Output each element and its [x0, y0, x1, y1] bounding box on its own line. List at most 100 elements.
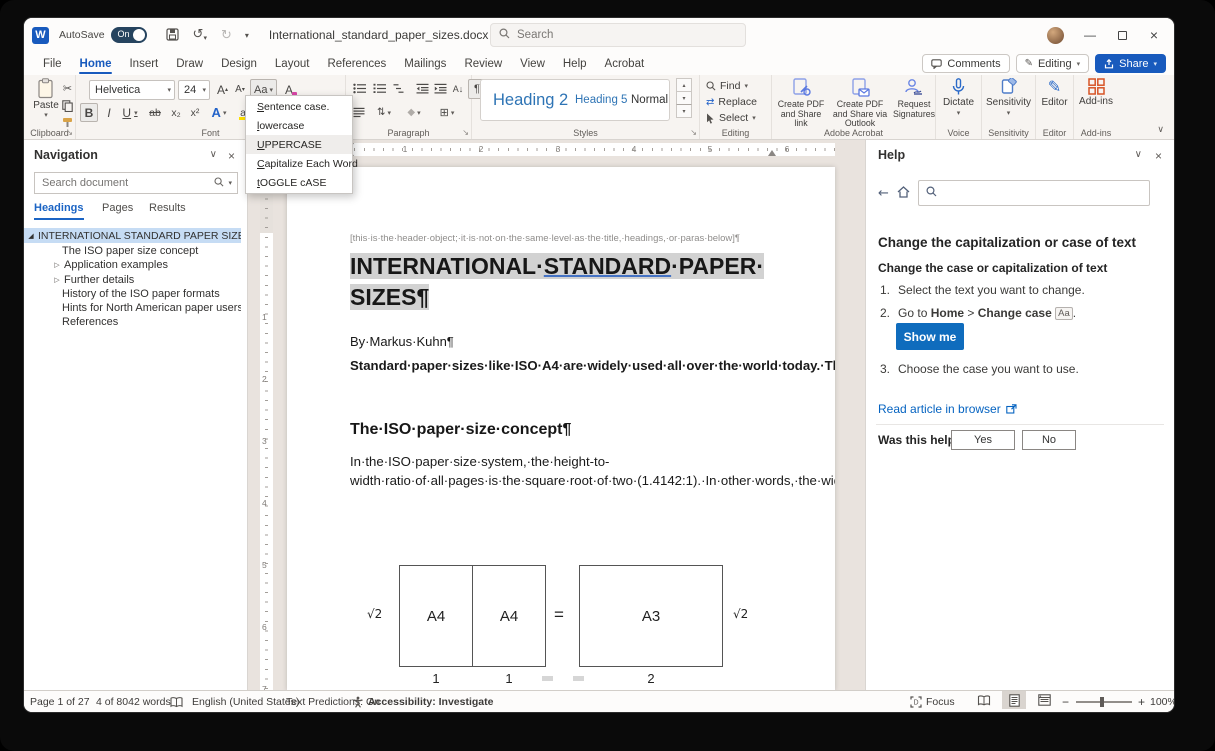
language-indicator[interactable]: English (United States): [192, 691, 299, 712]
document-title[interactable]: International_standard_paper_sizes.docx: [269, 28, 488, 42]
editing-mode-button[interactable]: ✎ Editing ▾: [1016, 54, 1090, 73]
document-page[interactable]: [this·is·the·header·object;·it·is·not·on…: [287, 167, 835, 690]
save-icon[interactable]: [166, 28, 179, 43]
help-search-box[interactable]: [918, 180, 1150, 206]
expand-triangle-icon[interactable]: ▷: [50, 276, 64, 284]
styles-scroll-up[interactable]: ▴: [676, 78, 692, 92]
paste-button[interactable]: Paste ▾: [29, 78, 63, 119]
nav-heading-item[interactable]: ▷Application examples: [24, 257, 241, 272]
find-button[interactable]: Find▾: [706, 80, 748, 92]
tab-review[interactable]: Review: [455, 55, 511, 75]
nav-tab-results[interactable]: Results: [149, 202, 186, 218]
style-heading-2[interactable]: Heading 2: [493, 80, 568, 120]
feedback-yes-button[interactable]: Yes: [951, 430, 1015, 450]
close-button[interactable]: ×: [1140, 23, 1168, 47]
decrease-indent-button[interactable]: [414, 79, 431, 98]
grow-font-button[interactable]: A▴: [214, 80, 231, 99]
help-pane-close-icon[interactable]: ×: [1155, 149, 1162, 163]
share-button[interactable]: Share ▾: [1095, 54, 1166, 73]
text-effects-button[interactable]: A▾: [208, 103, 230, 122]
navigation-pane-chevron-icon[interactable]: ∨: [210, 149, 217, 160]
menu-item-uppercase[interactable]: UPPERCASE: [246, 135, 352, 154]
zoom-slider-track[interactable]: [1076, 701, 1132, 703]
tab-insert[interactable]: Insert: [120, 55, 167, 75]
tab-layout[interactable]: Layout: [266, 55, 319, 75]
show-me-button[interactable]: Show me: [896, 323, 964, 350]
comments-button[interactable]: Comments: [922, 54, 1009, 73]
font-name-combo[interactable]: Helvetica▾: [89, 80, 175, 100]
word-count[interactable]: 4 of 8042 words: [96, 691, 171, 712]
focus-button[interactable]: D Focus: [910, 691, 955, 712]
tab-home[interactable]: Home: [71, 55, 121, 75]
clipboard-dialog-launcher[interactable]: ↘: [66, 129, 73, 137]
nav-tab-pages[interactable]: Pages: [102, 202, 133, 218]
style-normal[interactable]: Normal: [631, 80, 668, 120]
nav-heading-item[interactable]: History of the ISO paper formats: [24, 286, 241, 301]
create-pdf-outlook-button[interactable]: Create PDF and Share via Outlook: [829, 78, 891, 129]
nav-tab-headings[interactable]: Headings: [34, 202, 84, 220]
back-arrow-icon[interactable]: ←: [878, 186, 889, 201]
text-predictions-indicator[interactable]: Text Predictions: On: [286, 691, 380, 712]
navigation-search-input[interactable]: [40, 176, 210, 190]
maximize-button[interactable]: [1108, 23, 1136, 47]
navigation-pane-close-icon[interactable]: ×: [228, 149, 235, 163]
tab-references[interactable]: References: [318, 55, 395, 75]
proofing-book-icon[interactable]: [170, 691, 183, 712]
nav-heading-item[interactable]: Hints for North American paper users: [24, 300, 241, 315]
borders-button[interactable]: ⊞▾: [434, 103, 460, 122]
editor-button[interactable]: ✎ Editor: [1036, 78, 1073, 108]
nav-heading-item[interactable]: The ISO paper size concept: [24, 243, 241, 258]
nav-heading-root[interactable]: ◢ INTERNATIONAL STANDARD PAPER SIZES: [24, 228, 241, 243]
paragraph-dialog-launcher[interactable]: ↘: [462, 129, 469, 137]
style-heading-5[interactable]: Heading 5: [575, 80, 627, 120]
redo-button[interactable]: ↻: [221, 29, 232, 42]
zoom-percentage[interactable]: 100%: [1150, 691, 1174, 712]
navigation-search-chevron-icon[interactable]: ▾: [228, 179, 232, 187]
read-mode-button[interactable]: [972, 691, 996, 709]
tab-mailings[interactable]: Mailings: [395, 55, 455, 75]
word-logo-icon[interactable]: W: [32, 27, 49, 44]
feedback-no-button[interactable]: No: [1022, 430, 1076, 450]
tab-help[interactable]: Help: [554, 55, 596, 75]
numbered-list-button[interactable]: [370, 79, 388, 98]
select-button[interactable]: Select▾: [706, 112, 756, 124]
collapse-ribbon-chevron-icon[interactable]: ∨: [1157, 125, 1164, 135]
tab-acrobat[interactable]: Acrobat: [596, 55, 654, 75]
styles-gallery-expand[interactable]: ▾: [676, 104, 692, 118]
increase-indent-button[interactable]: [432, 79, 449, 98]
addins-button[interactable]: Add-ins: [1074, 78, 1118, 107]
shading-button[interactable]: ◆▾: [402, 103, 426, 122]
bold-button[interactable]: B: [80, 103, 98, 122]
horizontal-ruler[interactable]: 1 2 3 4 5 6: [287, 143, 835, 156]
tab-file[interactable]: File: [34, 55, 71, 75]
replace-button[interactable]: ⇄ Replace: [706, 96, 757, 108]
tab-view[interactable]: View: [511, 55, 554, 75]
help-pane-chevron-icon[interactable]: ∨: [1135, 149, 1142, 160]
autosave-toggle[interactable]: On: [111, 27, 147, 43]
create-pdf-share-link-button[interactable]: Create PDF and Share link: [775, 78, 827, 129]
superscript-button[interactable]: x²: [186, 103, 204, 122]
sort-button[interactable]: A↓: [450, 79, 466, 98]
user-avatar[interactable]: [1047, 27, 1064, 44]
search-bar[interactable]: Search: [490, 23, 746, 47]
undo-button[interactable]: ↺▾: [193, 28, 207, 42]
menu-item-capitalize-each-word[interactable]: Capitalize Each Word: [246, 154, 352, 173]
accessibility-status[interactable]: Accessibility: Investigate: [368, 691, 493, 712]
request-signatures-button[interactable]: Request Signatures: [893, 78, 935, 119]
font-size-combo[interactable]: 24▾: [178, 80, 210, 100]
navigation-search-box[interactable]: ▾: [34, 172, 238, 194]
vertical-ruler[interactable]: 1 2 3 4 5 6 7: [260, 160, 273, 690]
multilevel-list-button[interactable]: [390, 79, 408, 98]
print-layout-button[interactable]: [1002, 691, 1026, 709]
navigation-search-icon[interactable]: [214, 174, 224, 192]
right-indent-marker[interactable]: [768, 150, 776, 156]
quick-access-chevron-icon[interactable]: ▾: [245, 31, 249, 40]
menu-item-toggle-case[interactable]: tOGGLE cASE: [246, 173, 352, 192]
read-article-link[interactable]: Read article in browser: [878, 402, 1017, 416]
styles-dialog-launcher[interactable]: ↘: [690, 129, 697, 137]
zoom-out-button[interactable]: −: [1062, 691, 1069, 712]
web-layout-button[interactable]: [1032, 691, 1056, 709]
line-spacing-button[interactable]: ⇅▾: [372, 103, 396, 122]
home-icon[interactable]: [897, 186, 910, 201]
sensitivity-button[interactable]: Sensitivity ▾: [982, 78, 1035, 117]
